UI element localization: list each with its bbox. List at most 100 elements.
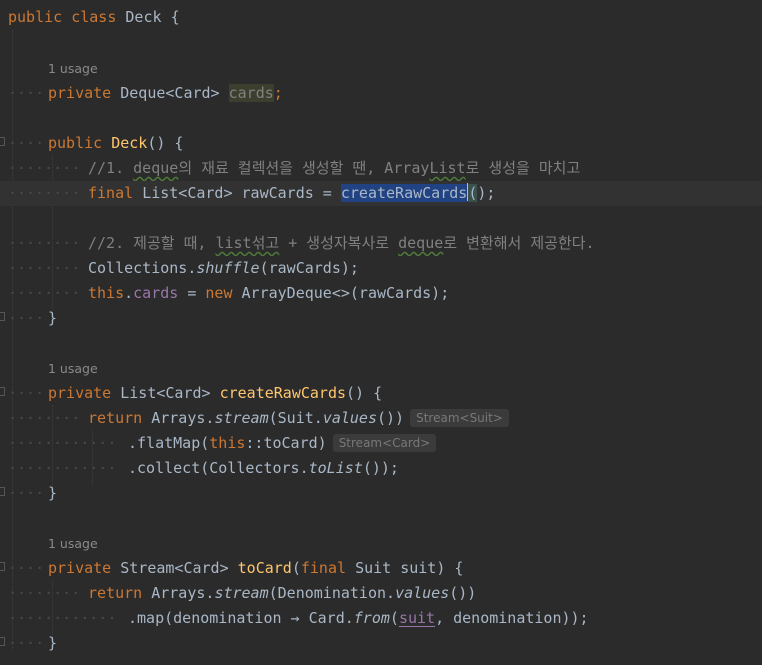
static-method: from (353, 609, 390, 627)
whitespace-dots: ············ (8, 434, 117, 452)
keyword-this: this (88, 284, 125, 302)
parameter-ref: suit (398, 609, 436, 627)
args: ()) (377, 409, 405, 427)
variable-rawcards: rawCards = (241, 184, 332, 202)
code-line-return-stream[interactable]: ········ return Arrays.stream(Suit.value… (0, 406, 762, 431)
whitespace-dots: ············ (8, 609, 117, 627)
constructor-call: ArrayDeque<>(rawCards); (241, 284, 450, 302)
class-ref: Arrays. (151, 584, 215, 602)
comment-text: //1. (88, 159, 134, 177)
comment-text: + 생성자복사로 (279, 234, 399, 252)
operator: = (178, 284, 206, 302)
method-ref: ::toCard) (245, 434, 327, 452)
matched-paren: ( (468, 184, 478, 202)
code-line-field[interactable]: ···· private Deque<Card> cards; (0, 81, 762, 106)
dot: . (124, 284, 134, 302)
brace: { (170, 8, 180, 26)
code-line-assign-cards[interactable]: ········ this.cards = new ArrayDeque<>(r… (0, 281, 762, 306)
keyword-private: private (48, 384, 112, 402)
selected-text[interactable]: createRawCards (340, 184, 468, 202)
whitespace-dots: ········ (8, 284, 81, 302)
usage-hint[interactable]: 1 usage (48, 56, 98, 81)
type-inlay-hint[interactable]: Stream<Suit> (410, 409, 509, 427)
static-method: stream (214, 584, 269, 602)
semicolon: ; (273, 84, 283, 102)
whitespace-dots: ···· (8, 484, 45, 502)
keyword-private: private (48, 559, 112, 577)
whitespace-dots: ········ (8, 409, 81, 427)
comment-text: 로 변환해서 제공한다. (443, 234, 595, 252)
constructor-name: Deck (111, 134, 148, 152)
code-line-class-decl[interactable]: public class Deck { (0, 5, 762, 30)
code-line-flatmap[interactable]: ············ .flatMap(this::toCard) Strea… (0, 431, 762, 456)
args: ()); (362, 459, 399, 477)
whitespace-dots: ········ (8, 159, 81, 177)
code-line-comment-1[interactable]: ········ //1. deque의 재료 컬렉션을 생성할 땐, Arra… (0, 156, 762, 181)
usage-hint[interactable]: 1 usage (48, 356, 98, 381)
code-line-close[interactable]: ···· } (0, 306, 762, 331)
code-editor[interactable]: public class Deck { 1 usage ···· private… (0, 0, 762, 665)
static-method: toList (308, 459, 363, 477)
method-call: .collect(Collectors. (128, 459, 309, 477)
static-method: shuffle (196, 259, 260, 277)
code-line-map[interactable]: ············ .map(denomination → Card.fr… (0, 606, 762, 631)
code-line-constructor[interactable]: ···· public Deck() { (0, 131, 762, 156)
keyword-final: final (300, 559, 347, 577)
brace: } (48, 484, 58, 502)
code-line-method-createrawcards[interactable]: ···· private List<Card> createRawCards()… (0, 381, 762, 406)
code-line-method-tocard[interactable]: ···· private Stream<Card> toCard(final S… (0, 556, 762, 581)
comment-typo: List (429, 159, 466, 177)
method-call: .flatMap( (128, 434, 210, 452)
whitespace-dots: ········ (8, 184, 81, 202)
type-name: List<Card> (120, 384, 211, 402)
code-line-comment-2[interactable]: ········ //2. 제공할 때, list섞고 + 생성자복사로 deq… (0, 231, 762, 256)
static-method: values (322, 409, 377, 427)
keyword-class: class (71, 8, 117, 26)
method-name: createRawCards (219, 384, 347, 402)
type-inlay-hint[interactable]: Stream<Card> (332, 434, 437, 452)
args: , denomination)); (435, 609, 589, 627)
parens: () { (346, 384, 383, 402)
brace: } (48, 309, 58, 327)
usage-hint[interactable]: 1 usage (48, 531, 98, 556)
args: ()) (449, 584, 477, 602)
field-cards: cards (133, 284, 179, 302)
code-line-shuffle[interactable]: ········ Collections.shuffle(rawCards); (0, 256, 762, 281)
args: (Suit. (268, 409, 323, 427)
code-line-close[interactable]: ···· } (0, 481, 762, 506)
code-line-rawcards[interactable]: ········ final List<Card> rawCards = cre… (0, 181, 762, 206)
whitespace-dots: ···· (8, 309, 45, 327)
brace: } (48, 634, 58, 652)
paren: ( (389, 609, 399, 627)
keyword-private: private (48, 84, 112, 102)
type-name: Stream<Card> (120, 559, 229, 577)
keyword-public: public (48, 134, 103, 152)
whitespace-dots: ···· (8, 84, 45, 102)
method-call: .map(denomination → Card. (128, 609, 354, 627)
type-name: List<Card> (142, 184, 233, 202)
args: (Denomination. (268, 584, 396, 602)
comment-typo: list섞고 (215, 234, 280, 252)
keyword-new: new (205, 284, 233, 302)
whitespace-dots: ···· (8, 384, 45, 402)
whitespace-dots: ········ (8, 234, 81, 252)
call-close: ); (477, 184, 496, 202)
keyword-final: final (88, 184, 134, 202)
keyword-return: return (88, 409, 143, 427)
code-line-collect[interactable]: ············ .collect(Collectors.toList(… (0, 456, 762, 481)
comment-typo: deque (398, 234, 444, 252)
static-method: values (395, 584, 450, 602)
code-line-close[interactable]: ···· } (0, 631, 762, 656)
class-ref: Arrays. (151, 409, 215, 427)
whitespace-dots: ········ (8, 584, 81, 602)
comment-text: 의 재료 컬렉션을 생성할 땐, Array (178, 159, 430, 177)
comment-typo: deque (133, 159, 179, 177)
code-line-return-denom[interactable]: ········ return Arrays.stream(Denominati… (0, 581, 762, 606)
whitespace-dots: ···· (8, 559, 45, 577)
static-method: stream (214, 409, 269, 427)
whitespace-dots: ···· (8, 134, 45, 152)
field-cards: cards (228, 84, 274, 102)
class-ref: Collections. (88, 259, 197, 277)
whitespace-dots: ········ (8, 259, 81, 277)
whitespace-dots: ············ (8, 459, 117, 477)
